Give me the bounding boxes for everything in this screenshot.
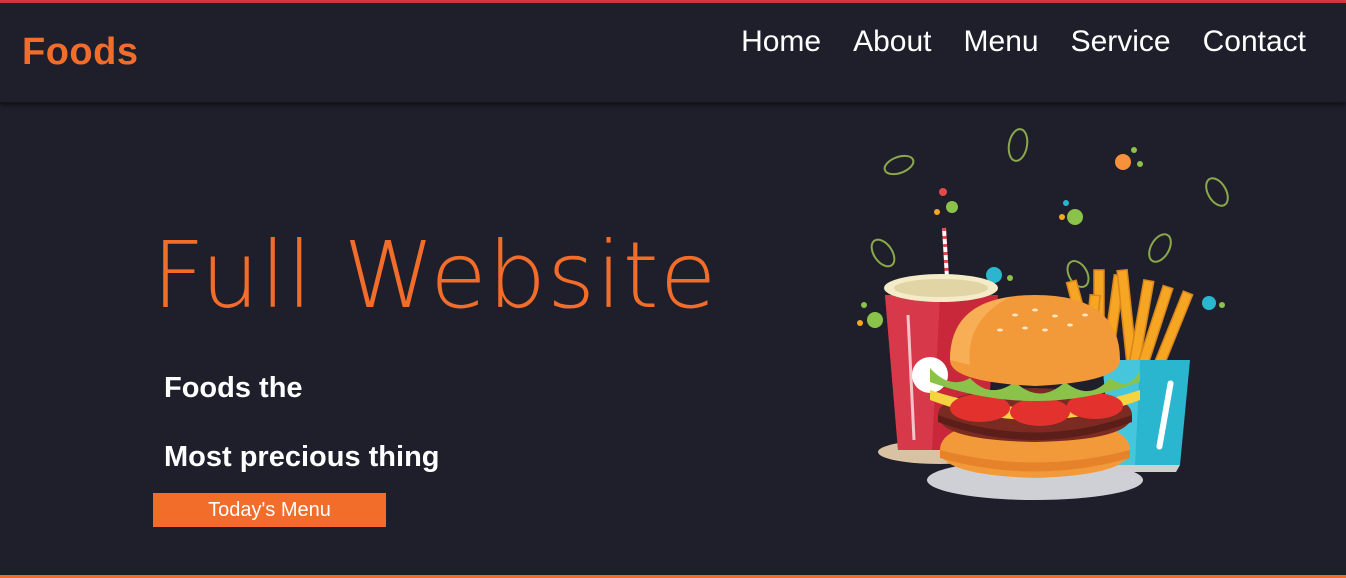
- site-header: Foods Home About Menu Service Contact: [0, 3, 1346, 103]
- nav-about[interactable]: About: [853, 25, 931, 59]
- nav-menu[interactable]: Menu: [964, 25, 1039, 59]
- burger: [927, 295, 1143, 500]
- main-nav: Home About Menu Service Contact: [741, 25, 1306, 59]
- site-logo[interactable]: Foods: [22, 31, 138, 74]
- hero-title: Full Website: [152, 222, 718, 329]
- leaf-icons: [870, 128, 1229, 288]
- nav-home[interactable]: Home: [741, 25, 821, 59]
- nav-contact[interactable]: Contact: [1203, 25, 1306, 59]
- nav-service[interactable]: Service: [1071, 25, 1171, 59]
- food-illustration: [857, 128, 1229, 500]
- todays-menu-button[interactable]: Today's Menu: [153, 493, 386, 527]
- hero-subtitle-line1: Foods the: [164, 372, 303, 404]
- hero-subtitle-line2: Most precious thing: [164, 441, 440, 473]
